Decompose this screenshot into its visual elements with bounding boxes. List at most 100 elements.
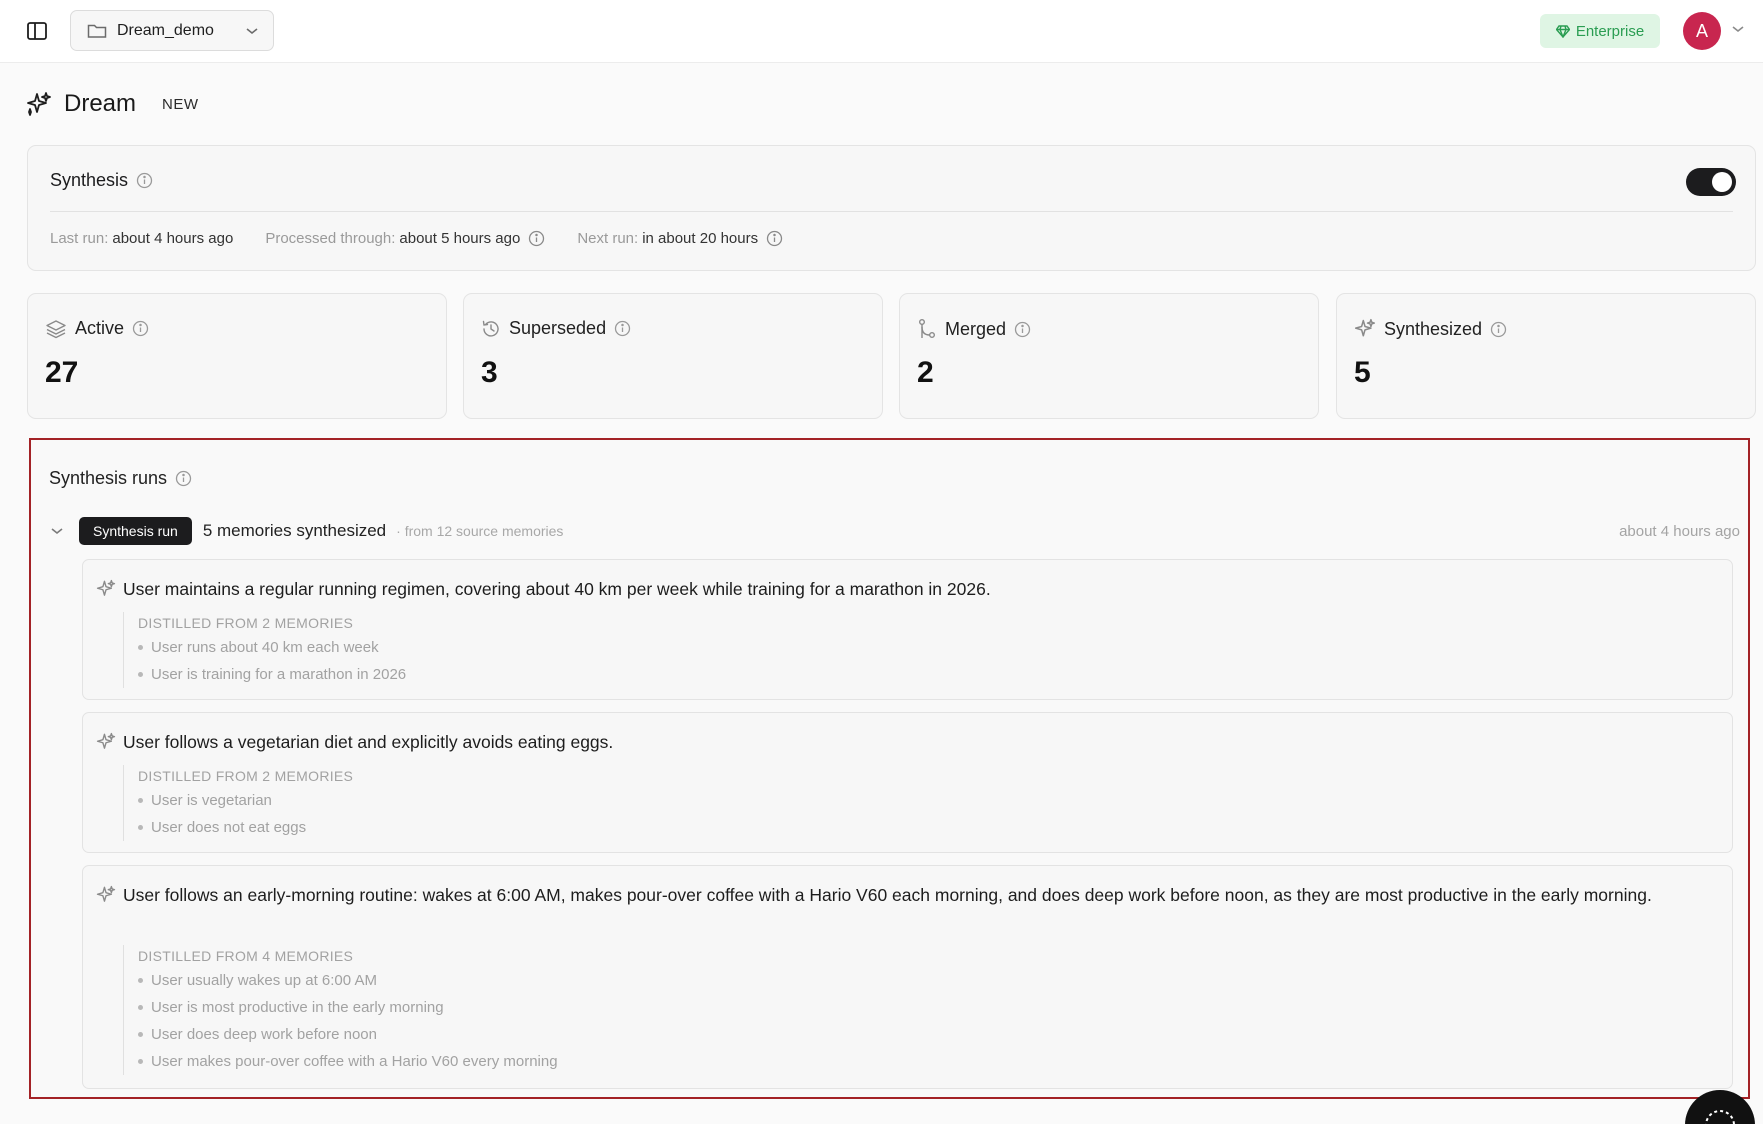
run-source: · from 12 source memories: [396, 523, 564, 539]
last-run-label: Last run:: [50, 230, 109, 247]
sidebar-panel-icon: [27, 22, 47, 40]
run-time: about 4 hours ago: [1619, 522, 1740, 540]
next-run: Next run: in about 20 hours: [577, 230, 783, 247]
info-icon[interactable]: [132, 320, 149, 337]
merge-icon: [919, 319, 935, 338]
source-memory-item: User usually wakes up at 6:00 AM: [138, 967, 558, 994]
user-avatar[interactable]: A: [1683, 12, 1721, 50]
info-icon[interactable]: [175, 470, 192, 487]
distilled-sources: DISTILLED FROM 2 MEMORIES User is vegeta…: [123, 765, 353, 841]
distilled-label: DISTILLED FROM 2 MEMORIES: [138, 768, 354, 784]
distilled-sources: DISTILLED FROM 4 MEMORIES User usually w…: [123, 945, 558, 1075]
memory-text: User maintains a regular running regimen…: [123, 579, 991, 599]
synthesis-card: Synthesis Last run: about 4 hours ago Pr…: [27, 145, 1756, 271]
app-root: Dream_demo Enterprise A Dream NEW Synthe…: [0, 0, 1763, 1124]
runs-title: Synthesis runs: [49, 468, 168, 488]
synthesis-run-row[interactable]: Synthesis run 5 memories synthesized · f…: [45, 516, 1740, 546]
divider: [50, 211, 1733, 212]
chat-widget-button[interactable]: [1685, 1090, 1755, 1124]
bullet-dot: [138, 1059, 143, 1064]
chevron-down-icon: [246, 27, 258, 34]
bullet-dot: [138, 825, 143, 830]
info-icon[interactable]: [614, 320, 631, 337]
sparkles-icon: [27, 92, 51, 116]
info-icon[interactable]: [1014, 321, 1031, 338]
folder-icon: [87, 24, 107, 38]
stat-card-merged: Merged 2: [899, 293, 1319, 419]
top-bar: Dream_demo Enterprise A: [0, 0, 1763, 63]
sidebar-toggle-button[interactable]: [22, 18, 52, 44]
source-memory-text: User makes pour-over coffee with a Hario…: [151, 1053, 558, 1070]
bullet-dot: [138, 672, 143, 677]
memory-card: User follows an early-morning routine: w…: [82, 865, 1733, 1089]
gem-icon: [1555, 24, 1570, 38]
info-icon[interactable]: [1490, 321, 1507, 338]
new-tag: NEW: [162, 95, 199, 113]
run-summary: 5 memories synthesized: [202, 521, 387, 540]
stat-card-synthesized: Synthesized 5: [1336, 293, 1756, 419]
distilled-sources: DISTILLED FROM 2 MEMORIES User runs abou…: [123, 612, 406, 688]
project-selector[interactable]: Dream_demo: [70, 10, 274, 51]
runs-header: Synthesis runs: [49, 468, 192, 489]
layers-icon: [46, 319, 66, 338]
info-icon[interactable]: [136, 172, 153, 189]
synthesis-run-badge: Synthesis run: [79, 517, 192, 545]
stat-value: 5: [1354, 356, 1371, 389]
history-icon: [482, 320, 499, 337]
stat-header: Synthesized: [1354, 318, 1507, 340]
sparkles-icon: [96, 579, 116, 596]
stat-label: Synthesized: [1384, 318, 1483, 339]
stat-label: Superseded: [509, 318, 607, 338]
sparkles-icon: [96, 885, 116, 902]
sparkles-icon: [96, 732, 116, 749]
source-memory-text: User is most productive in the early mor…: [151, 999, 444, 1016]
stat-header: Active: [45, 318, 149, 339]
synthesis-header: Synthesis: [50, 170, 153, 191]
synthesis-meta: Last run: about 4 hours ago Processed th…: [50, 230, 815, 247]
stat-value: 3: [481, 356, 498, 389]
synthesis-toggle[interactable]: [1686, 168, 1736, 196]
processed-value: about 5 hours ago: [399, 230, 521, 247]
stat-value: 2: [917, 356, 934, 389]
page-title: Dream: [64, 90, 137, 117]
processed-label: Processed through:: [265, 230, 396, 247]
info-icon[interactable]: [528, 230, 545, 247]
chat-widget-icon: [1705, 1110, 1735, 1124]
stat-label: Merged: [945, 318, 1007, 339]
bullet-dot: [138, 1032, 143, 1037]
bullet-dot: [138, 798, 143, 803]
page-header: Dream NEW: [26, 86, 199, 122]
sparkles-icon: [1354, 318, 1376, 337]
synthesis-runs-section: Synthesis runs Synthesis run 5 memories …: [29, 438, 1750, 1099]
project-name: Dream_demo: [117, 21, 214, 39]
distilled-label: DISTILLED FROM 4 MEMORIES: [138, 948, 354, 964]
memory-text: User follows a vegetarian diet and expli…: [123, 732, 614, 752]
stat-card-active: Active 27: [27, 293, 447, 419]
memory-text: User follows an early-morning routine: w…: [123, 885, 1652, 905]
last-run-value: about 4 hours ago: [112, 230, 234, 247]
bullet-dot: [138, 1005, 143, 1010]
stat-header: Merged: [917, 318, 1031, 340]
info-icon[interactable]: [766, 230, 783, 247]
bullet-dot: [138, 645, 143, 650]
chevron-down-icon[interactable]: [45, 526, 69, 536]
bullet-dot: [138, 978, 143, 983]
enterprise-label: Enterprise: [1575, 22, 1645, 40]
source-memory-item: User does not eat eggs: [138, 814, 353, 841]
distilled-label: DISTILLED FROM 2 MEMORIES: [138, 615, 354, 631]
source-memory-item: User is vegetarian: [138, 787, 353, 814]
source-memory-text: User does not eat eggs: [151, 819, 307, 836]
chevron-down-icon[interactable]: [1731, 24, 1745, 34]
next-run-value: in about 20 hours: [642, 230, 759, 247]
last-run: Last run: about 4 hours ago: [50, 230, 233, 247]
enterprise-badge: Enterprise: [1540, 14, 1660, 48]
toggle-knob: [1712, 172, 1732, 192]
source-memory-item: User makes pour-over coffee with a Hario…: [138, 1048, 558, 1075]
source-memory-text: User is training for a marathon in 2026: [151, 666, 407, 683]
source-memory-text: User runs about 40 km each week: [151, 639, 379, 656]
synthesis-title: Synthesis: [50, 170, 129, 190]
source-memory-item: User runs about 40 km each week: [138, 634, 406, 661]
source-memory-item: User does deep work before noon: [138, 1021, 558, 1048]
stat-header: Superseded: [481, 318, 631, 339]
memory-card: User follows a vegetarian diet and expli…: [82, 712, 1733, 853]
